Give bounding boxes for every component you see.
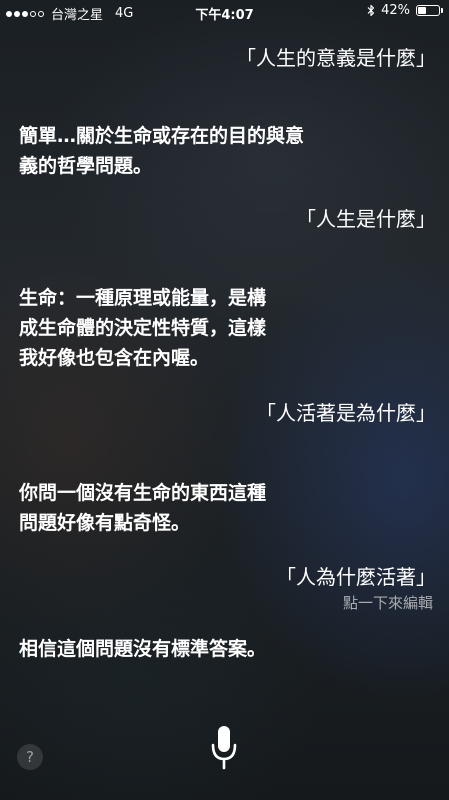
microphone-button[interactable] — [208, 724, 240, 772]
microphone-icon — [211, 726, 237, 770]
help-button[interactable]: ? — [17, 744, 43, 770]
user-utterance: 「人生的意義是什麼」 — [236, 46, 436, 70]
siri-response: 生命：一種原理或能量，是構 成生命體的決定性特質，這樣 我好像也包含在內喔。 — [19, 283, 266, 373]
battery-fill — [418, 7, 426, 14]
siri-response: 相信這個問題沒有標準答案。 — [19, 634, 266, 664]
status-bar: 台灣之星 4G 下午4:07 42% — [0, 0, 449, 24]
siri-response-line: 相信這個問題沒有標準答案。 — [19, 638, 267, 660]
siri-response-line: 簡單…關於生命或存在的目的與意 — [19, 125, 305, 147]
siri-response-line: 你問一個沒有生命的東西這種 — [19, 482, 267, 504]
siri-response: 你問一個沒有生命的東西這種 問題好像有點奇怪。 — [19, 478, 266, 538]
siri-response-line: 義的哲學問題。 — [19, 155, 153, 177]
status-right: 42% — [367, 3, 443, 18]
battery-percent: 42% — [381, 3, 410, 18]
siri-response-line: 成生命體的決定性特質，這樣 — [19, 317, 267, 339]
siri-response-line: 生命：一種原理或能量，是構 — [19, 287, 267, 309]
user-utterance: 「人活著是為什麼」 — [256, 401, 436, 425]
last-user-utterance[interactable]: 「人為什麼活著」 — [276, 561, 436, 590]
bluetooth-icon — [367, 4, 375, 17]
siri-response-line: 我好像也包含在內喔。 — [19, 347, 210, 369]
siri-response-line: 問題好像有點奇怪。 — [19, 512, 191, 534]
tap-to-edit-hint[interactable]: 點一下來編輯 — [343, 592, 433, 613]
siri-response: 簡單…關於生命或存在的目的與意 義的哲學問題。 — [19, 121, 304, 181]
user-utterance: 「人生是什麼」 — [296, 207, 436, 231]
battery-cap — [441, 8, 443, 13]
battery-icon — [416, 5, 440, 16]
